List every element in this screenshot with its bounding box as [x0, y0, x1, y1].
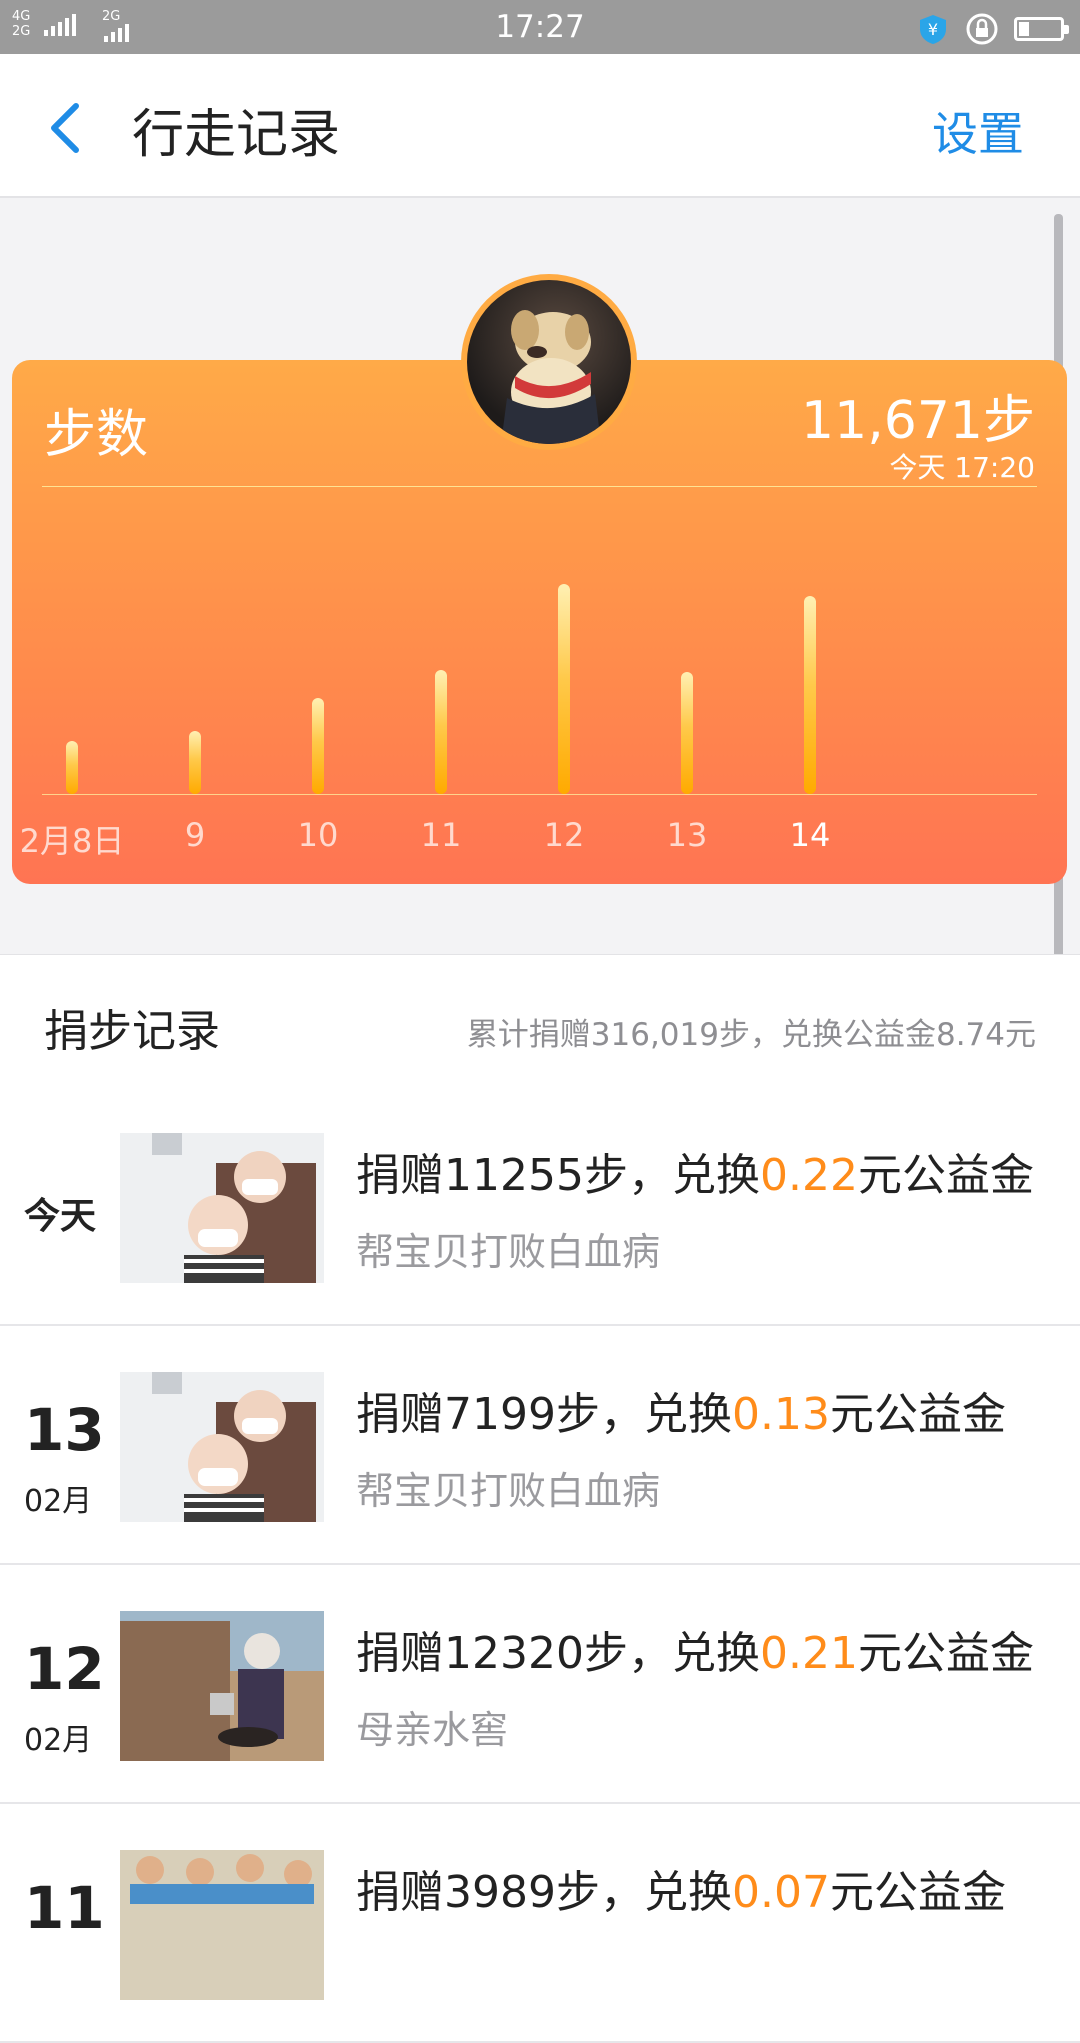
- nav-bar: 行走记录 设置: [0, 54, 1080, 198]
- chart-bar[interactable]: [435, 669, 447, 794]
- chart-baseline: [42, 794, 1037, 795]
- records-list: 今天 捐赠11255步，兑换0.22元公益金 帮宝贝打败白血病 13 02月 捐…: [0, 1087, 1080, 2043]
- record-row[interactable]: 13 02月 捐赠7199步，兑换0.13元公益金 帮宝贝打败白血病: [0, 1326, 1080, 1565]
- chart-day-label: 14: [789, 816, 831, 854]
- chart-day-label: 10: [297, 816, 339, 854]
- record-main-text: 捐赠12320步，兑换0.21元公益金: [356, 1628, 1034, 1679]
- record-day: 13: [24, 1396, 105, 1464]
- project-thumbnail: [120, 1372, 324, 1522]
- chart-bar[interactable]: [558, 584, 570, 794]
- chart-bar[interactable]: [66, 740, 78, 794]
- steps-count: 11,671步: [801, 391, 1035, 451]
- record-row[interactable]: 11 捐赠3989步，兑换0.07元公益金: [0, 1804, 1080, 2043]
- chart-bar[interactable]: [681, 671, 693, 794]
- steps-updated-time: 今天 17:20: [889, 451, 1035, 484]
- chart-day-label: 12: [543, 816, 585, 854]
- record-day: 11: [24, 1874, 105, 1942]
- wallet-shield-icon: ¥: [920, 15, 946, 44]
- user-avatar[interactable]: [461, 274, 637, 450]
- chart-day-label: 13: [666, 816, 708, 854]
- rotation-lock-icon: [966, 13, 998, 45]
- status-bar: 4G 2G 2G 17:27 ¥: [0, 0, 1080, 54]
- record-main-text: 捐赠7199步，兑换0.13元公益金: [356, 1389, 1006, 1440]
- record-row[interactable]: 12 02月 捐赠12320步，兑换0.21元公益金 母亲水窖: [0, 1565, 1080, 1804]
- record-row[interactable]: 今天 捐赠11255步，兑换0.22元公益金 帮宝贝打败白血病: [0, 1087, 1080, 1326]
- avatar-puppy-image: [467, 280, 631, 444]
- chart-bar[interactable]: [312, 698, 324, 794]
- record-amount: 0.22: [759, 1150, 858, 1201]
- record-amount: 0.13: [731, 1389, 830, 1440]
- steps-label: 步数: [44, 405, 149, 465]
- record-project: 帮宝贝打败白血病: [356, 1230, 661, 1274]
- chart-day-label: 11: [420, 816, 462, 854]
- record-main-text: 捐赠3989步，兑换0.07元公益金: [356, 1867, 1006, 1918]
- record-project: 帮宝贝打败白血病: [356, 1469, 661, 1513]
- page-title: 行走记录: [132, 105, 341, 165]
- record-amount: 0.21: [759, 1628, 858, 1679]
- chart-bar[interactable]: [804, 596, 816, 794]
- record-month: 02月: [24, 1723, 93, 1758]
- record-day: 12: [24, 1635, 105, 1703]
- back-arrow-icon[interactable]: [46, 98, 86, 158]
- settings-button[interactable]: 设置: [932, 98, 1024, 164]
- chart-day-label: 2月8日: [19, 822, 125, 860]
- project-thumbnail: [120, 1133, 324, 1283]
- project-thumbnail: [120, 1611, 324, 1761]
- chart-bar[interactable]: [189, 730, 201, 794]
- battery-icon: [1014, 17, 1069, 41]
- today-label: 今天: [24, 1196, 97, 1237]
- chart-day-label: 9: [184, 816, 206, 854]
- chart-top-line: [42, 486, 1037, 487]
- records-title: 捐步记录: [44, 1006, 220, 1057]
- record-main-text: 捐赠11255步，兑换0.22元公益金: [356, 1150, 1034, 1201]
- svg-text:¥: ¥: [928, 20, 938, 39]
- record-project: 母亲水窖: [356, 1708, 509, 1752]
- record-amount: 0.07: [731, 1867, 830, 1918]
- record-month: 02月: [24, 1484, 93, 1519]
- donation-records-header: 捐步记录 累计捐赠316,019步，兑换公益金8.74元: [0, 954, 1080, 1088]
- records-summary: 累计捐赠316,019步，兑换公益金8.74元: [466, 1017, 1036, 1053]
- project-thumbnail: [120, 1850, 324, 2000]
